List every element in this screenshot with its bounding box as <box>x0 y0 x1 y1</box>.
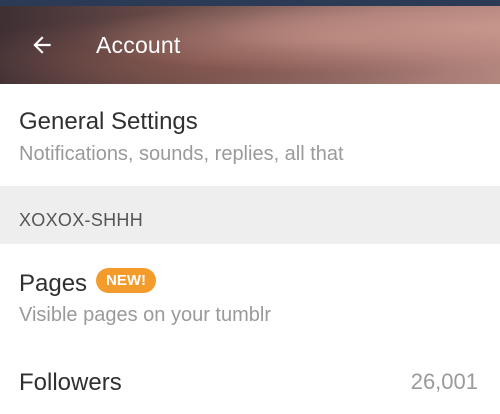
general-settings-title: General Settings <box>19 108 198 135</box>
blog-name-label: XOXOX-SHHH <box>19 210 144 230</box>
blog-section-header: XOXOX-SHHH <box>0 186 500 244</box>
pages-title: Pages <box>19 270 88 297</box>
page-title: Account <box>96 31 181 58</box>
back-button[interactable] <box>22 25 62 65</box>
arrow-left-icon <box>33 36 51 54</box>
general-settings-subtitle: Notifications, sounds, replies, all that <box>19 143 344 165</box>
followers-count: 26,001 <box>410 369 478 394</box>
general-settings-item[interactable]: General Settings Notifications, sounds, … <box>0 84 500 186</box>
followers-title: Followers <box>19 369 122 396</box>
pages-item[interactable]: Pages Visible pages on your tumblr <box>0 244 500 342</box>
pages-subtitle: Visible pages on your tumblr <box>19 304 271 326</box>
new-badge: NEW! <box>96 268 156 293</box>
app-header: Account <box>0 6 500 84</box>
account-screen: Account General Settings Notifications, … <box>0 0 500 414</box>
